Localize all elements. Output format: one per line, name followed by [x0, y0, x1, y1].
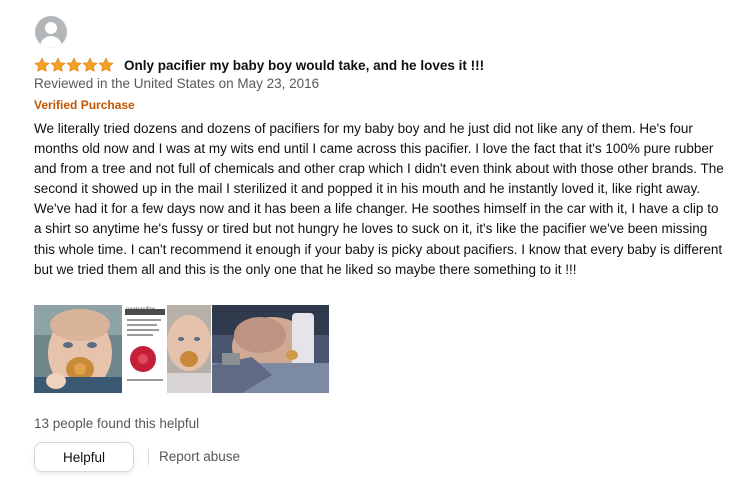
- review-photo-packaging-and-baby[interactable]: ecopacifier: [123, 305, 211, 393]
- review-photo-sleeping-baby[interactable]: [212, 305, 329, 393]
- star-rating: [34, 57, 114, 73]
- avatar-head-shape: [45, 22, 57, 34]
- review-images: ecopacifier: [34, 305, 329, 393]
- helpful-button[interactable]: Helpful: [34, 442, 134, 472]
- review-title[interactable]: Only pacifier my baby boy would take, an…: [124, 58, 484, 73]
- star-icon: [34, 57, 50, 72]
- avatar-body-shape: [40, 36, 62, 48]
- star-icon: [98, 57, 114, 72]
- helpful-count: 13 people found this helpful: [34, 416, 200, 431]
- packaging-brand-text: ecopacifier: [126, 307, 156, 313]
- reviewer-avatar: [35, 16, 67, 48]
- review-body: We literally tried dozens and dozens of …: [34, 121, 724, 277]
- star-icon: [82, 57, 98, 72]
- star-icon: [66, 57, 82, 72]
- verified-purchase-badge: Verified Purchase: [34, 98, 135, 112]
- review-title-row: Only pacifier my baby boy would take, an…: [34, 55, 484, 75]
- review-photo-baby-with-pacifier[interactable]: [34, 305, 122, 393]
- divider: [148, 449, 149, 465]
- report-abuse-link[interactable]: Report abuse: [159, 449, 240, 464]
- review-date: Reviewed in the United States on May 23,…: [34, 76, 320, 91]
- star-icon: [50, 57, 66, 72]
